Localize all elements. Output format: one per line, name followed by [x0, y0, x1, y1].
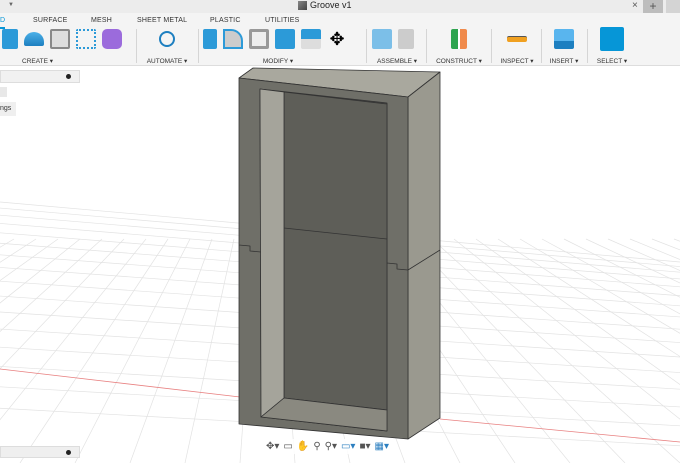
sketch-pattern-icon[interactable] — [76, 29, 96, 49]
browser-item-settings[interactable]: ngs — [0, 102, 16, 116]
comments-panel[interactable] — [0, 446, 80, 458]
visibility-toggle-icon[interactable] — [0, 87, 7, 97]
grid-line — [0, 238, 15, 248]
pan-icon[interactable]: ✋ — [297, 441, 309, 452]
browser-panel-header[interactable] — [0, 70, 80, 83]
modify-group: ✥ MODIFY ▾ — [203, 27, 363, 65]
assemble-menu[interactable]: ASSEMBLE ▾ — [372, 57, 422, 65]
automate-icon[interactable] — [159, 31, 175, 47]
grid-settings-icon[interactable]: ▦▾ — [375, 441, 389, 452]
left-inner-wall — [259, 88, 285, 418]
pin-icon[interactable] — [66, 450, 71, 455]
back-wall — [283, 91, 388, 411]
measure-icon[interactable] — [507, 36, 527, 42]
document-cube-icon — [298, 0, 307, 10]
3d-viewport[interactable] — [0, 67, 680, 463]
move-icon[interactable]: ✥ — [327, 29, 347, 49]
grid-line — [475, 238, 680, 385]
right-face — [407, 71, 441, 440]
automate-menu[interactable]: AUTOMATE ▾ — [137, 57, 197, 65]
document-title: Groove v1 — [298, 0, 352, 10]
zoom-icon[interactable]: ⚲ — [313, 441, 320, 452]
insert-menu[interactable]: INSERT ▾ — [545, 57, 583, 65]
ribbon-toolbar: D SURFACE MESH SHEET METAL PLASTIC UTILI… — [0, 13, 680, 66]
new-component-icon[interactable] — [372, 29, 392, 49]
grid-line — [651, 238, 680, 251]
tab-sheet-metal[interactable]: SHEET METAL — [137, 17, 187, 24]
navigation-bar: ✥▾ ▭ ✋ ⚲ ⚲▾ ▭▾ ■▾ ▦▾ — [266, 439, 389, 454]
divider — [541, 29, 542, 63]
construct-menu[interactable]: CONSTRUCT ▾ — [432, 57, 486, 65]
divider — [426, 29, 427, 63]
tab-mesh[interactable]: MESH — [91, 17, 112, 24]
insert-image-icon[interactable] — [554, 29, 574, 49]
automate-group: AUTOMATE ▾ — [137, 27, 197, 65]
assemble-group: ASSEMBLE ▾ — [372, 27, 422, 65]
title-bar: ▼ Groove v1 × + — [0, 0, 680, 13]
close-tab-button[interactable]: × — [632, 0, 638, 11]
create-menu[interactable]: CREATE ▾ — [0, 57, 135, 65]
zoom-window-icon[interactable]: ⚲▾ — [325, 441, 337, 452]
grid-line — [563, 238, 680, 298]
grid-line — [453, 238, 680, 420]
grid-line — [19, 238, 169, 463]
extrude-icon[interactable] — [2, 29, 18, 49]
split-icon[interactable] — [301, 29, 321, 49]
divider — [587, 29, 588, 63]
divider — [366, 29, 367, 63]
grid-line — [129, 238, 213, 463]
combine-icon[interactable] — [275, 29, 295, 49]
modify-menu[interactable]: MODIFY ▾ — [203, 57, 353, 65]
visual-style-icon[interactable]: ■▾ — [359, 441, 370, 452]
orbit-icon[interactable]: ✥▾ — [266, 441, 279, 452]
grid-line — [673, 238, 680, 242]
grid-line — [629, 238, 680, 260]
tab-surface[interactable]: SURFACE — [33, 17, 67, 24]
document-title-text: Groove v1 — [310, 0, 352, 10]
inspect-group: INSPECT ▾ — [497, 27, 537, 65]
tab-plastic[interactable]: PLASTIC — [210, 17, 241, 24]
pin-icon[interactable] — [66, 74, 71, 79]
joint-icon[interactable] — [398, 29, 414, 49]
x-axis-line — [0, 368, 241, 398]
grid-line — [541, 238, 680, 315]
form-icon[interactable] — [102, 29, 122, 49]
grid-line — [184, 238, 235, 463]
grid-line — [607, 238, 680, 271]
press-pull-icon[interactable] — [203, 29, 217, 49]
new-tab-button[interactable]: + — [643, 0, 663, 13]
construct-group: CONSTRUCT ▾ — [432, 27, 486, 65]
look-at-icon[interactable]: ▭ — [283, 441, 292, 452]
inspect-menu[interactable]: INSPECT ▾ — [497, 57, 537, 65]
divider — [198, 29, 199, 63]
grid-line — [431, 238, 680, 463]
divider — [491, 29, 492, 63]
grid-line — [0, 238, 59, 281]
revolve-icon[interactable] — [24, 32, 44, 46]
fillet-icon[interactable] — [223, 29, 243, 49]
hole-icon[interactable] — [50, 29, 70, 49]
plane-icon[interactable] — [451, 29, 467, 49]
shell-icon[interactable] — [249, 29, 269, 49]
insert-group: INSERT ▾ — [545, 27, 583, 65]
select-menu[interactable]: SELECT ▾ — [593, 57, 631, 65]
groove-box-model[interactable] — [238, 67, 441, 440]
grid-line — [0, 238, 103, 332]
display-settings-icon[interactable]: ▭▾ — [341, 441, 355, 452]
select-group: SELECT ▾ — [593, 27, 631, 65]
select-icon[interactable] — [600, 27, 624, 51]
profile-button[interactable] — [666, 0, 680, 13]
create-group: CREATE ▾ — [0, 27, 135, 65]
tab-utilities[interactable]: UTILITIES — [265, 17, 299, 24]
menu-dropdown-icon[interactable]: ▼ — [0, 2, 14, 8]
grid-line — [0, 238, 37, 263]
